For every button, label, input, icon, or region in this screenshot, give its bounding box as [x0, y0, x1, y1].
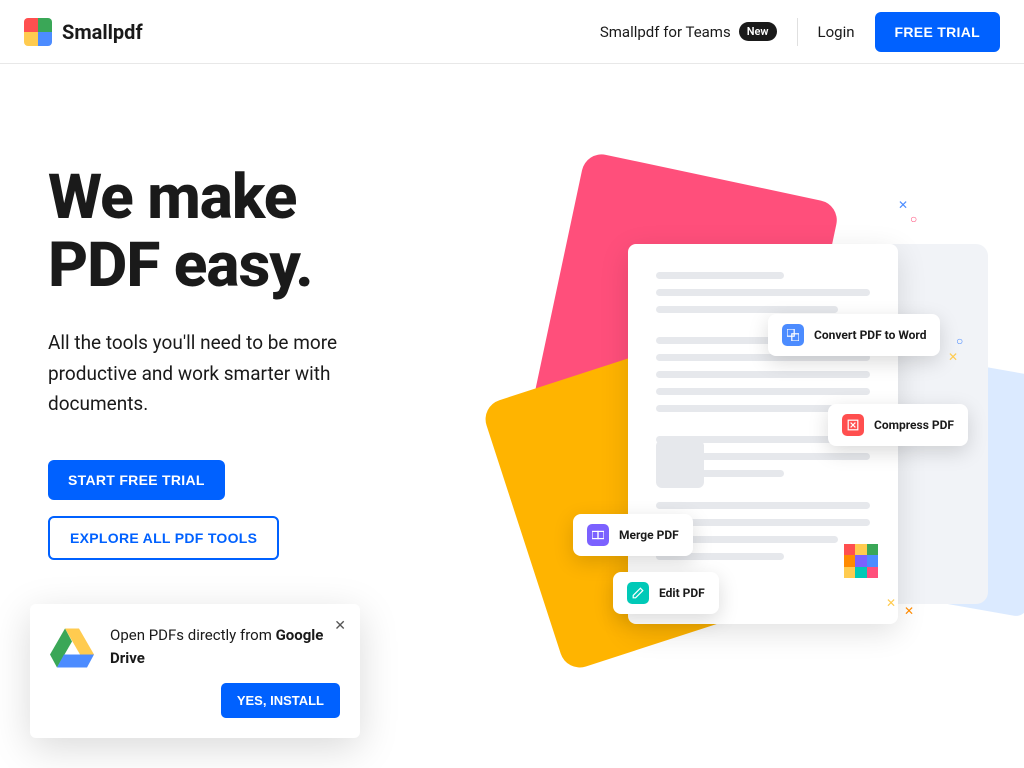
explore-tools-button[interactable]: EXPLORE ALL PDF TOOLS	[48, 516, 279, 560]
chip-merge-label: Merge PDF	[619, 528, 679, 542]
accent-icon: ○	[956, 334, 963, 348]
accent-icon: ✕	[898, 198, 908, 212]
nav-divider	[797, 18, 798, 46]
logo-icon	[24, 18, 52, 46]
gdrive-install-toast: ✕ Open PDFs directly from Google Drive Y…	[30, 604, 360, 738]
chip-compress-label: Compress PDF	[874, 418, 954, 432]
chip-edit-pdf[interactable]: Edit PDF	[613, 572, 719, 614]
chip-convert-label: Convert PDF to Word	[814, 328, 926, 342]
chip-compress-pdf[interactable]: Compress PDF	[828, 404, 968, 446]
chip-merge-pdf[interactable]: Merge PDF	[573, 514, 693, 556]
toast-text-prefix: Open PDFs directly from	[110, 626, 276, 644]
accent-icon: ✕	[886, 596, 896, 610]
accent-icon: ✕	[904, 604, 914, 618]
edit-icon	[627, 582, 649, 604]
login-link[interactable]: Login	[818, 23, 855, 41]
teams-link[interactable]: Smallpdf for Teams New	[600, 22, 777, 41]
accent-icon: ○	[910, 212, 917, 226]
google-drive-icon	[50, 628, 94, 668]
hero-illustration: Convert PDF to Word Compress PDF Merge P…	[488, 164, 976, 664]
chip-edit-label: Edit PDF	[659, 586, 705, 600]
hero-title: We make PDF easy.	[48, 164, 448, 300]
install-button[interactable]: YES, INSTALL	[221, 683, 340, 718]
toast-text: Open PDFs directly from Google Drive	[110, 624, 340, 669]
header: Smallpdf Smallpdf for Teams New Login FR…	[0, 0, 1024, 64]
toast-body: Open PDFs directly from Google Drive YES…	[110, 624, 340, 718]
teams-link-label: Smallpdf for Teams	[600, 23, 731, 41]
free-trial-button[interactable]: FREE TRIAL	[875, 12, 1000, 52]
mini-logo-icon	[844, 544, 878, 578]
hero-buttons: START FREE TRIAL EXPLORE ALL PDF TOOLS	[48, 460, 448, 560]
start-free-trial-button[interactable]: START FREE TRIAL	[48, 460, 225, 500]
merge-icon	[587, 524, 609, 546]
close-icon[interactable]: ✕	[334, 618, 346, 634]
hero-title-line1: We make	[48, 161, 296, 234]
compress-icon	[842, 414, 864, 436]
hero-title-line2: PDF easy.	[48, 229, 313, 302]
accent-icon: ✕	[948, 350, 958, 364]
nav: Smallpdf for Teams New Login FREE TRIAL	[600, 12, 1000, 52]
hero-content: We make PDF easy. All the tools you'll n…	[48, 164, 448, 664]
hero-subtitle: All the tools you'll need to be more pro…	[48, 328, 408, 419]
logo[interactable]: Smallpdf	[24, 18, 143, 46]
logo-text: Smallpdf	[62, 20, 143, 44]
convert-icon	[782, 324, 804, 346]
hero: We make PDF easy. All the tools you'll n…	[0, 64, 1024, 664]
new-badge: New	[739, 22, 777, 41]
chip-convert-pdf-to-word[interactable]: Convert PDF to Word	[768, 314, 940, 356]
